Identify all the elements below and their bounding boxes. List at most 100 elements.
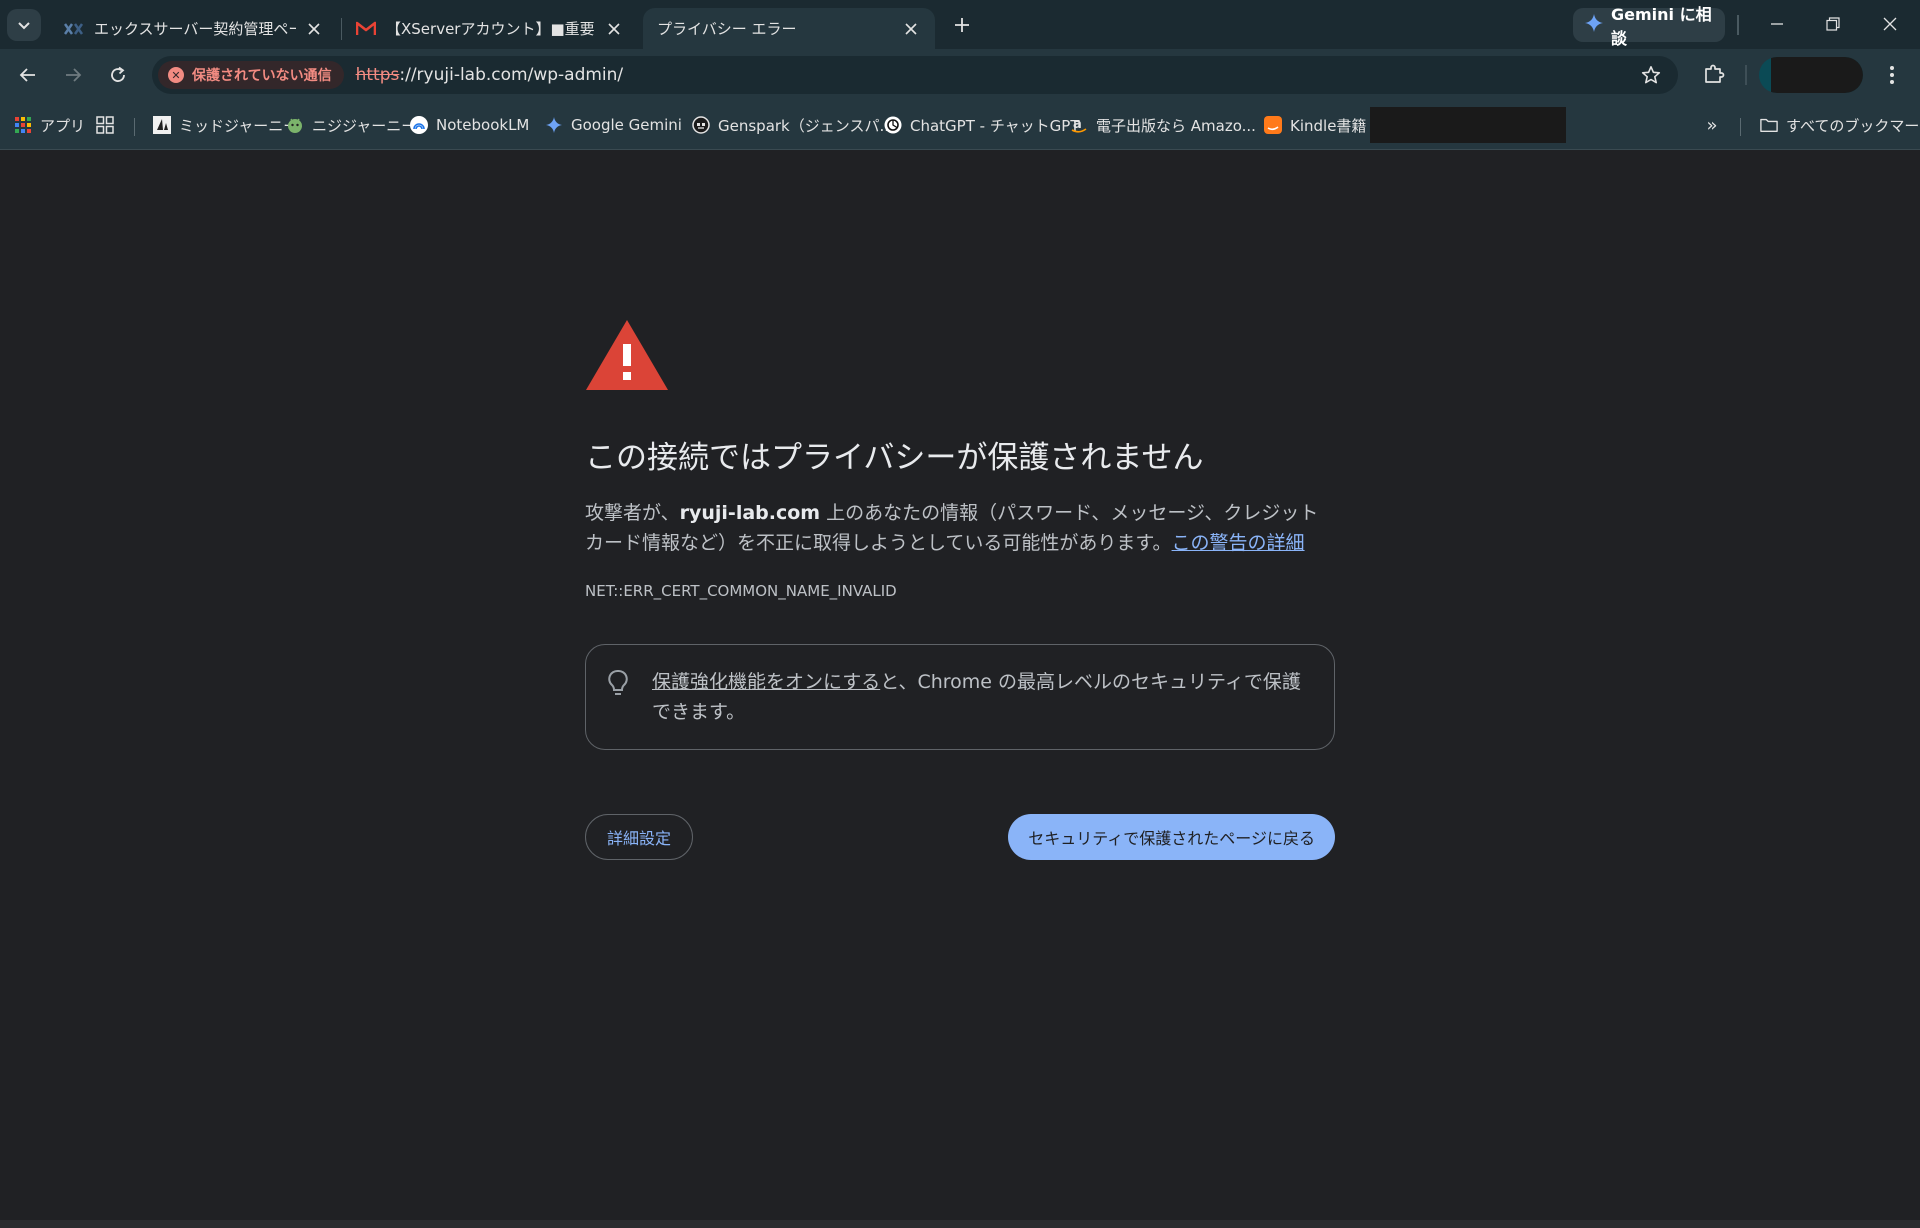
enhanced-protection-hint: 保護強化機能をオンにすると、Chrome の最高レベルのセキュリティで保護できま…: [585, 644, 1335, 751]
more-vert-icon: [1890, 66, 1894, 84]
nijijourney-icon: [286, 116, 304, 134]
gmail-icon: [356, 20, 376, 38]
redacted-bookmark: [1370, 107, 1566, 143]
tab-title: 【XServerアカウント】■重要■サー: [386, 20, 596, 38]
reload-button[interactable]: [104, 61, 132, 89]
bookmark-midjourney[interactable]: ミッドジャーニー: [153, 112, 298, 138]
bookmark-label: Google Gemini: [571, 116, 682, 134]
gemini-button[interactable]: Gemini に相談: [1573, 5, 1725, 48]
warning-description: 攻撃者が、ryuji-lab.com 上のあなたの情報（パスワード、メッセージ、…: [585, 498, 1335, 558]
bookmark-amazon[interactable]: a 電子出版なら Amazo...: [1070, 112, 1256, 138]
close-window-button[interactable]: [1870, 8, 1910, 40]
arrow-right-icon: [66, 68, 82, 82]
hint-text: 保護強化機能をオンにすると、Chrome の最高レベルのセキュリティで保護できま…: [652, 667, 1304, 749]
url-text[interactable]: https://ryuji-lab.com/wp-admin/: [356, 65, 624, 85]
address-bar[interactable]: ✕ 保護されていない通信 https://ryuji-lab.com/wp-ad…: [152, 56, 1678, 94]
puzzle-icon: [1705, 64, 1725, 83]
security-label: 保護されていない通信: [192, 68, 332, 84]
bookmark-star-button[interactable]: [1640, 64, 1662, 86]
back-to-safety-button[interactable]: セキュリティで保護されたページに戻る: [1008, 814, 1335, 861]
close-icon[interactable]: [901, 19, 921, 39]
star-icon: [1641, 66, 1661, 84]
tab-title: プライバシー エラー: [657, 20, 797, 38]
tab-privacy-error[interactable]: プライバシー エラー: [643, 8, 935, 49]
folder-icon: [1760, 116, 1778, 134]
bookmark-label: 電子出版なら Amazo...: [1096, 116, 1256, 135]
tab-gmail[interactable]: 【XServerアカウント】■重要■サー: [342, 8, 638, 49]
security-indicator[interactable]: ✕ 保護されていない通信: [158, 61, 344, 89]
bookmark-label: アプリ: [40, 116, 86, 135]
bookmark-label: Kindle書籍: [1290, 116, 1367, 135]
genspark-icon: [692, 116, 710, 134]
lightbulb-icon: [608, 670, 628, 696]
error-circle-icon: ✕: [168, 67, 184, 83]
url-scheme: https: [355, 65, 400, 85]
forward-button[interactable]: [59, 61, 87, 89]
bookmark-nijijourney[interactable]: ニジジャーニー: [286, 112, 416, 138]
avatar: [1771, 57, 1863, 93]
bookmark-notebooklm[interactable]: NotebookLM: [410, 112, 529, 138]
chatgpt-icon: [884, 116, 902, 134]
separator: [1737, 15, 1739, 35]
learn-more-link[interactable]: この警告の詳細: [1172, 532, 1305, 554]
page-title: この接続ではプライバシーが保護されません: [585, 440, 1204, 476]
enhanced-protection-link[interactable]: 保護強化機能をオンにする: [652, 671, 880, 693]
advanced-button[interactable]: 詳細設定: [585, 814, 694, 861]
desc-domain: ryuji-lab.com: [679, 502, 821, 525]
toolbar: ✕ 保護されていない通信 https://ryuji-lab.com/wp-ad…: [0, 49, 1920, 100]
minimize-button[interactable]: [1757, 8, 1797, 40]
bookmark-gemini[interactable]: Google Gemini: [545, 112, 682, 138]
minimize-icon: [1771, 23, 1783, 25]
apps-grid-icon: [14, 116, 32, 134]
bookmark-label: ChatGPT - チャットGPT: [910, 116, 1080, 135]
arrow-left-icon: [19, 68, 35, 82]
restore-icon: [1826, 17, 1840, 31]
menu-button[interactable]: [1880, 61, 1904, 89]
chevron-down-icon: [18, 22, 30, 30]
tab-search-button[interactable]: [7, 9, 41, 41]
status-edge: [0, 1220, 1920, 1228]
more-bookmarks-button[interactable]: »: [1700, 113, 1724, 137]
bookmark-apps[interactable]: アプリ: [14, 112, 85, 138]
tab-title: エックスサーバー契約管理ページ: [94, 20, 296, 38]
bookmark-label: NotebookLM: [436, 116, 530, 134]
reload-icon: [111, 66, 125, 82]
restore-button[interactable]: [1813, 8, 1853, 40]
warning-triangle-icon: [586, 320, 668, 390]
all-bookmarks-label: すべてのブックマーク: [1786, 116, 1920, 135]
desc-text-1: 攻撃者が、: [585, 502, 680, 525]
all-bookmarks-button[interactable]: すべてのブックマーク: [1760, 112, 1920, 138]
bookmark-kindle[interactable]: Kindle書籍: [1264, 112, 1366, 138]
separator: [134, 118, 135, 136]
back-button[interactable]: [14, 61, 42, 89]
close-icon: [1883, 17, 1897, 31]
gemini-label: Gemini に相談: [1611, 5, 1712, 48]
gemini-icon: [545, 116, 563, 134]
bookmark-label: ミッドジャーニー: [179, 116, 299, 135]
url-path: ://ryuji-lab.com/wp-admin/: [399, 65, 624, 85]
plus-icon: [955, 18, 969, 32]
double-chevron-right-icon: »: [1706, 114, 1718, 136]
xserver-icon: [64, 20, 84, 38]
close-icon[interactable]: [304, 19, 324, 39]
profile-button[interactable]: [1759, 57, 1863, 93]
bookmark-label: Genspark（ジェンスパ...: [718, 116, 894, 135]
separator: [1740, 118, 1741, 136]
svg-text:a: a: [1073, 117, 1082, 132]
bookmark-label: ニジジャーニー: [312, 116, 417, 135]
bookmark-genspark[interactable]: Genspark（ジェンスパ...: [692, 112, 894, 138]
close-icon[interactable]: [604, 19, 624, 39]
kindle-icon: [1264, 116, 1282, 134]
midjourney-icon: [153, 116, 171, 134]
interstitial-content: この接続ではプライバシーが保護されません 攻撃者が、ryuji-lab.com …: [585, 318, 1335, 861]
new-tab-button[interactable]: [950, 13, 974, 37]
tab-strip: エックスサーバー契約管理ページ 【XServerアカウント】■重要■サー プライ…: [0, 0, 1920, 49]
extensions-button[interactable]: [1700, 60, 1728, 88]
gemini-icon: [1585, 14, 1603, 36]
bookmark-chatgpt[interactable]: ChatGPT - チャットGPT: [884, 112, 1080, 138]
amazon-icon: a: [1070, 116, 1088, 134]
bookmarks-bar: アプリ ミッドジャーニー ニジジャーニー NotebookLM Google G…: [0, 100, 1920, 150]
bookmark-tab-groups[interactable]: [96, 112, 122, 138]
notebooklm-icon: [410, 116, 428, 134]
tab-xserver-panel[interactable]: エックスサーバー契約管理ページ: [50, 8, 338, 49]
